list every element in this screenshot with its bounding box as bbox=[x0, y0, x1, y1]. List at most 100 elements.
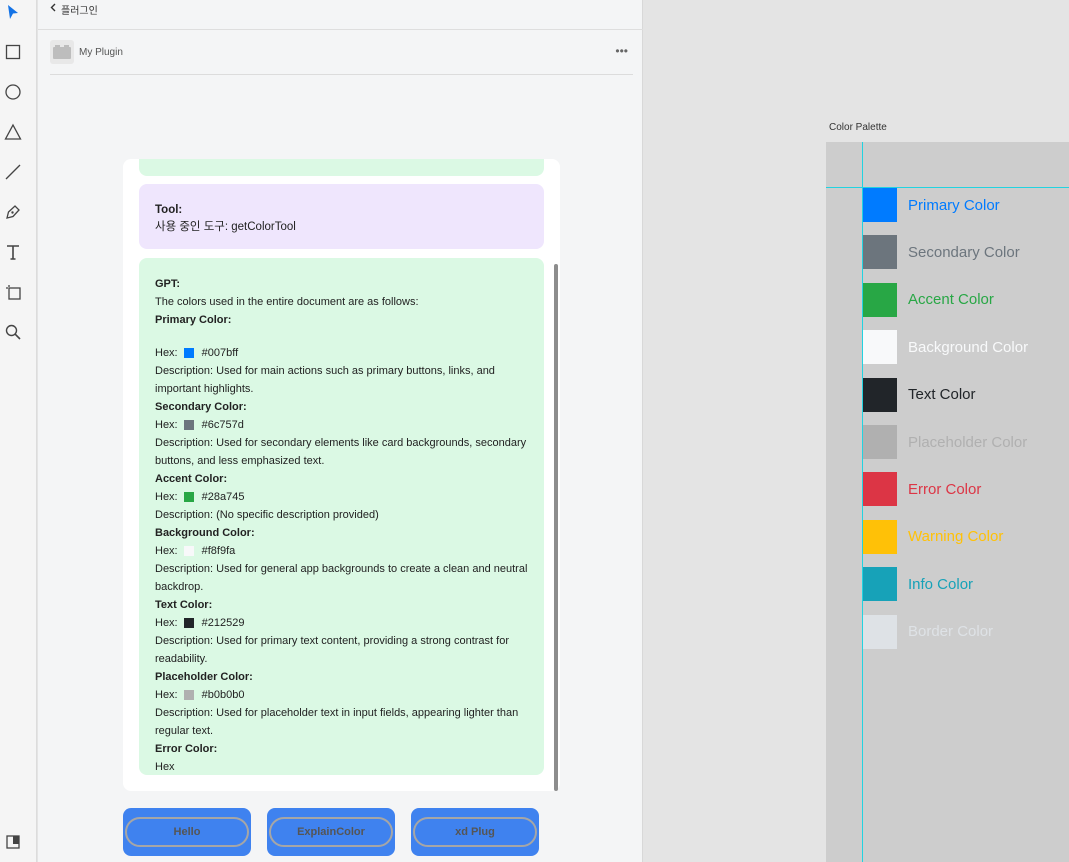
palette-label[interactable]: Accent Color bbox=[908, 291, 994, 308]
hex-label: Hex: bbox=[155, 419, 178, 431]
pen-icon[interactable] bbox=[2, 201, 24, 223]
palette-swatch[interactable] bbox=[863, 235, 897, 270]
palette-label[interactable]: Background Color bbox=[908, 339, 1028, 356]
color-description: Description: Used for secondary elements… bbox=[155, 437, 527, 467]
palette-row[interactable]: Accent Color bbox=[863, 282, 994, 317]
palette-label[interactable]: Text Color bbox=[908, 386, 976, 403]
tool-bar bbox=[0, 0, 37, 862]
hex-label: Hex: bbox=[155, 689, 178, 701]
palette-swatch[interactable] bbox=[863, 567, 897, 602]
color-description: Description: Used for main actions such … bbox=[155, 365, 495, 395]
explain-color-button-label: ExplainColor bbox=[269, 817, 393, 847]
explain-color-button[interactable]: ExplainColor bbox=[267, 808, 395, 856]
hex-row: Hex: #28a745 bbox=[155, 488, 528, 506]
hex-label: Hex: bbox=[155, 347, 178, 359]
palette-label[interactable]: Placeholder Color bbox=[908, 434, 1027, 451]
artboard-title[interactable]: Color Palette bbox=[829, 122, 887, 133]
hex-row: Hex: #f8f9fa bbox=[155, 542, 528, 560]
hello-button[interactable]: Hello bbox=[123, 808, 251, 856]
palette-swatch[interactable] bbox=[863, 330, 897, 365]
palette-swatch[interactable] bbox=[863, 614, 897, 649]
hex-row: Hex: #007bff bbox=[155, 344, 528, 362]
plugin-header: My Plugin ••• bbox=[50, 40, 632, 64]
more-options-icon[interactable]: ••• bbox=[615, 45, 628, 57]
color-swatch bbox=[183, 618, 194, 628]
hex-label: Hex: bbox=[155, 491, 178, 503]
rectangle-icon[interactable] bbox=[2, 41, 24, 63]
divider bbox=[50, 74, 633, 75]
palette-label[interactable]: Primary Color bbox=[908, 197, 1000, 214]
hex-value: #212529 bbox=[201, 617, 245, 629]
gpt-message-title: GPT: bbox=[155, 278, 181, 290]
ellipse-icon[interactable] bbox=[2, 81, 24, 103]
plugin-title: My Plugin bbox=[79, 46, 123, 58]
breadcrumb[interactable]: 플러그인 bbox=[50, 2, 98, 17]
error-color-hex: Hex bbox=[155, 761, 175, 773]
color-description: Description: Used for general app backgr… bbox=[155, 563, 528, 593]
artboard-icon[interactable] bbox=[2, 281, 24, 303]
palette-label[interactable]: Error Color bbox=[908, 481, 981, 498]
palette-label[interactable]: Border Color bbox=[908, 623, 993, 640]
xd-plug-button-label: xd Plug bbox=[413, 817, 537, 847]
hex-value: #28a745 bbox=[201, 491, 245, 503]
hex-row: Hex: #6c757d bbox=[155, 416, 528, 434]
palette-row[interactable]: Placeholder Color bbox=[863, 425, 1027, 459]
palette-swatch[interactable] bbox=[863, 282, 897, 317]
palette-row[interactable]: Secondary Color bbox=[863, 235, 1020, 270]
color-name: Accent Color: bbox=[155, 473, 228, 485]
tool-message-title: Tool: bbox=[155, 204, 183, 216]
palette-row[interactable]: Primary Color bbox=[863, 188, 1000, 222]
color-name: Secondary Color: bbox=[155, 401, 247, 413]
color-name: Primary Color: bbox=[155, 314, 232, 326]
plugin-panel: 플러그인 My Plugin ••• Tool: 사용 중인 도구: getCo… bbox=[38, 0, 643, 862]
palette-label[interactable]: Warning Color bbox=[908, 528, 1003, 545]
hex-value: #f8f9fa bbox=[201, 545, 236, 557]
palette-row[interactable]: Info Color bbox=[863, 567, 973, 602]
palette-row[interactable]: Warning Color bbox=[863, 519, 1003, 554]
color-swatch bbox=[183, 690, 194, 700]
color-swatch bbox=[183, 546, 194, 556]
color-name: Text Color: bbox=[155, 599, 213, 611]
color-name: Background Color: bbox=[155, 527, 255, 539]
palette-label[interactable]: Secondary Color bbox=[908, 244, 1020, 261]
color-description: Description: Used for placeholder text i… bbox=[155, 707, 519, 737]
palette-swatch[interactable] bbox=[863, 377, 897, 412]
hex-value: #6c757d bbox=[201, 419, 244, 431]
line-icon[interactable] bbox=[2, 161, 24, 183]
select-icon[interactable] bbox=[2, 1, 24, 23]
palette-swatch[interactable] bbox=[863, 188, 897, 222]
color-swatch bbox=[183, 492, 194, 502]
hex-row: Hex: #212529 bbox=[155, 614, 528, 632]
tool-message: Tool: 사용 중인 도구: getColorTool bbox=[139, 184, 544, 249]
palette-swatch[interactable] bbox=[863, 425, 897, 459]
palette-swatch[interactable] bbox=[863, 519, 897, 554]
text-icon[interactable] bbox=[2, 241, 24, 263]
palette-row[interactable]: Text Color bbox=[863, 377, 976, 412]
palette-row[interactable]: Background Color bbox=[863, 330, 1028, 365]
plugin-icon bbox=[50, 40, 74, 64]
palette-row[interactable]: Border Color bbox=[863, 614, 993, 649]
xd-plug-button[interactable]: xd Plug bbox=[411, 808, 539, 856]
chat-window: Tool: 사용 중인 도구: getColorTool GPT: The co… bbox=[123, 159, 560, 791]
hex-value: #b0b0b0 bbox=[201, 689, 245, 701]
hex-value: #007bff bbox=[201, 347, 239, 359]
color-swatch bbox=[183, 420, 194, 430]
gpt-message: GPT: The colors used in the entire docum… bbox=[139, 258, 544, 775]
color-list: Primary Color: Hex: #007bff Description: Us… bbox=[155, 311, 528, 740]
triangle-icon[interactable] bbox=[2, 121, 24, 143]
color-description: Description: (No specific description pr… bbox=[155, 509, 379, 521]
palette-label[interactable]: Info Color bbox=[908, 576, 973, 593]
chat-scrollbar[interactable] bbox=[554, 264, 558, 791]
gpt-intro: The colors used in the entire document a… bbox=[155, 296, 419, 308]
zoom-icon[interactable] bbox=[2, 321, 24, 343]
color-description: Description: Used for primary text conte… bbox=[155, 635, 509, 665]
plugins-icon[interactable] bbox=[2, 831, 24, 853]
breadcrumb-label: 플러그인 bbox=[61, 5, 98, 17]
error-color-title: Error Color: bbox=[155, 743, 218, 755]
divider bbox=[38, 29, 643, 30]
chat-message bbox=[139, 159, 544, 176]
palette-row[interactable]: Error Color bbox=[863, 472, 981, 507]
color-swatch bbox=[183, 348, 194, 358]
palette-swatch[interactable] bbox=[863, 472, 897, 507]
hex-row: Hex: #b0b0b0 bbox=[155, 686, 528, 704]
